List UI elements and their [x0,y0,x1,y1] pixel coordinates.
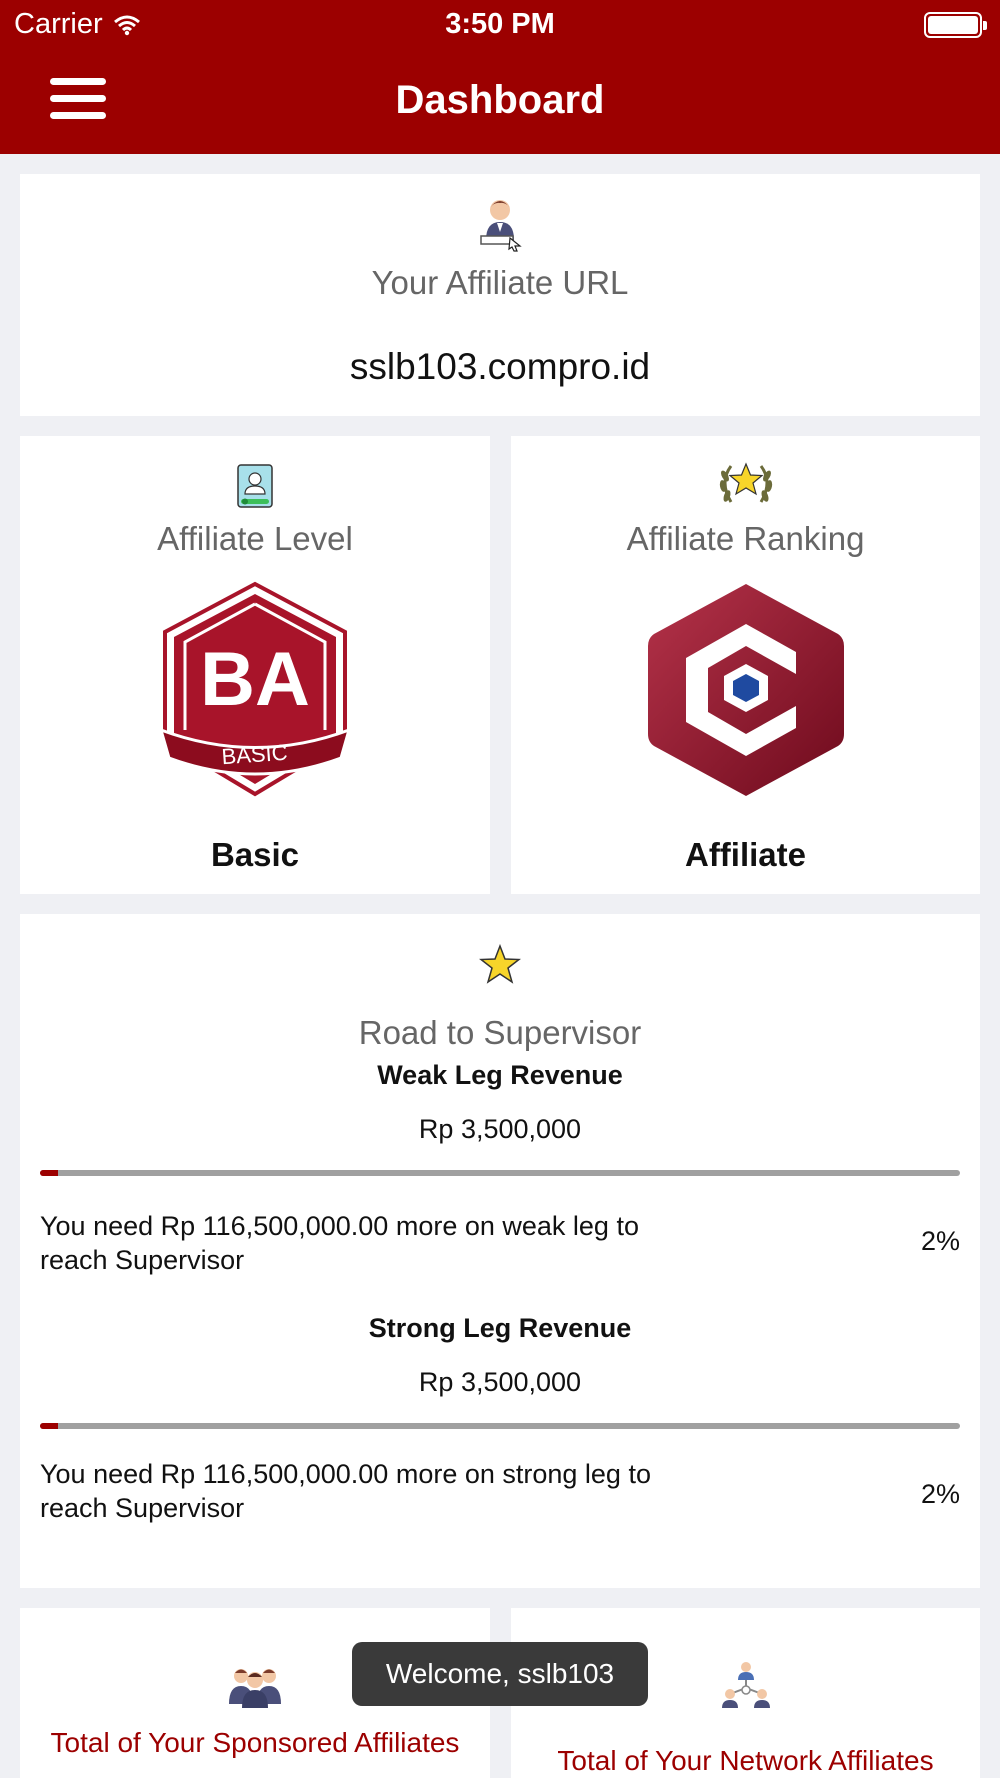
laurel-star-icon [719,462,772,503]
affiliate-ranking-value: Affiliate [684,836,806,873]
welcome-toast: Welcome, sslb103 [352,1642,648,1706]
strong-leg-heading: Strong Leg Revenue [368,1313,632,1343]
affiliate-level-value: Basic [210,836,300,873]
affiliate-level-label: Affiliate Level [157,520,353,557]
badge-abbr: BA [200,637,310,722]
affiliate-url-value[interactable]: sslb103.compro.id [20,346,980,388]
clock: 3:50 PM [445,8,555,40]
affiliate-ranking-card: Affiliate Ranking Affiliate [511,436,980,894]
battery-icon [924,12,987,38]
sponsored-affiliates-label: Total of Your Sponsored Affiliates [50,1727,460,1758]
weak-leg-progress-fill [40,1170,59,1176]
network-affiliates-label: Total of Your Network Affiliates [557,1745,934,1776]
road-title: Road to Supervisor [358,1014,642,1051]
strong-leg-amount: Rp 3,500,000 [418,1367,582,1397]
weak-leg-percent: 2% [920,1226,960,1256]
star-icon [479,944,521,984]
network-icon [721,1662,770,1708]
affiliate-level-card: Affiliate Level BA BASIC Basic [20,436,490,894]
weak-leg-amount: Rp 3,500,000 [418,1114,582,1144]
group-icon [229,1669,281,1708]
affiliate-url-label: Your Affiliate URL [371,264,629,301]
strong-leg-progress-bar [40,1423,960,1429]
affiliate-ranking-label: Affiliate Ranking [626,520,865,557]
affiliate-rank-badge-icon [647,584,844,796]
road-to-supervisor-card: Road to Supervisor Weak Leg Revenue Rp 3… [20,914,980,1588]
top-bar: Carrier 3:50 PM Dashboard [0,0,1000,154]
affiliate-url-card: Your Affiliate URL sslb103.compro.id [20,174,980,416]
basic-badge-icon: BA BASIC [158,581,352,797]
weak-leg-need-text: You need Rp 116,500,000.00 more on weak … [40,1211,639,1275]
page-title: Dashboard [395,78,605,122]
strong-leg-percent: 2% [920,1479,960,1509]
status-bar: Carrier 3:50 PM [0,0,1000,50]
user-at-computer-icon [480,200,522,252]
badge-ribbon-text: BASIC [221,740,289,770]
weak-leg-progress-bar [40,1170,960,1176]
strong-leg-need-text: You need Rp 116,500,000.00 more on stron… [40,1459,651,1523]
member-card-icon [237,464,273,508]
strong-leg-progress-fill [40,1423,59,1429]
weak-leg-heading: Weak Leg Revenue [377,1060,623,1090]
